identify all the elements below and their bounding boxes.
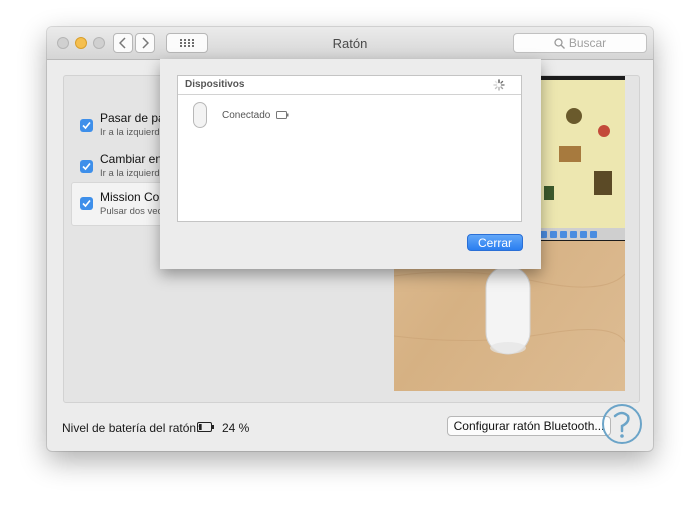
search-field[interactable]: Buscar bbox=[513, 33, 647, 53]
device-row[interactable]: Conectado bbox=[178, 95, 521, 135]
option-subtitle: Pulsar dos vec bbox=[100, 206, 163, 217]
swipe-pages-checkbox[interactable] bbox=[80, 119, 93, 132]
configure-bluetooth-mouse-button[interactable]: Configurar ratón Bluetooth... bbox=[447, 416, 611, 436]
checkmark-icon bbox=[82, 199, 91, 208]
devices-header-label: Dispositivos bbox=[185, 79, 245, 90]
close-button[interactable]: Cerrar bbox=[467, 234, 523, 251]
option-subtitle: Ir a la izquierd bbox=[100, 168, 160, 179]
battery-value: 24 % bbox=[222, 421, 250, 435]
option-subtitle: Ir a la izquierd bbox=[100, 127, 160, 138]
device-status: Conectado bbox=[222, 110, 271, 121]
checkmark-icon bbox=[82, 121, 91, 130]
logo-icon bbox=[602, 404, 642, 444]
devices-sheet: Dispositivos Conectado Cerrar bbox=[160, 59, 541, 269]
search-icon bbox=[554, 37, 565, 49]
mouse-icon bbox=[193, 102, 207, 128]
devices-header: Dispositivos bbox=[178, 76, 521, 95]
mission-control-checkbox[interactable] bbox=[80, 197, 93, 210]
checkmark-icon bbox=[82, 162, 91, 171]
option-title: Cambiar ent bbox=[100, 152, 166, 166]
switch-apps-checkbox[interactable] bbox=[80, 160, 93, 173]
option-title: Mission Con bbox=[100, 190, 167, 204]
battery-label: Nivel de batería del ratón: bbox=[62, 421, 200, 435]
option-title: Pasar de pá bbox=[100, 111, 165, 125]
battery-icon bbox=[276, 111, 289, 119]
spinner-icon bbox=[493, 79, 505, 91]
title-bar: Ratón Buscar bbox=[47, 27, 653, 60]
search-placeholder: Buscar bbox=[568, 36, 607, 50]
devices-list: Dispositivos Conectado bbox=[177, 75, 522, 222]
battery-icon bbox=[197, 422, 214, 432]
mouse-icon bbox=[485, 265, 531, 355]
